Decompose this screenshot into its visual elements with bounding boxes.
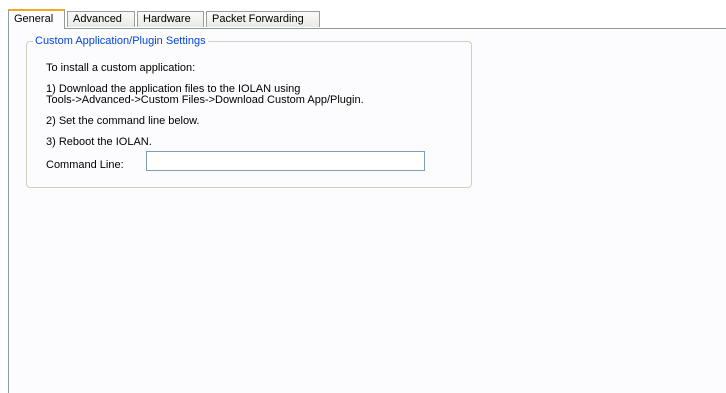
custom-application-group: Custom Application/Plugin Settings To in…: [26, 34, 472, 188]
command-line-label: Command Line:: [46, 159, 124, 171]
tab-advanced[interactable]: Advanced: [67, 11, 135, 27]
command-line-input[interactable]: [146, 151, 425, 171]
step-2-text: 2) Set the command line below.: [46, 115, 200, 127]
tab-general[interactable]: General: [8, 9, 65, 29]
tab-strip: General Advanced Hardware Packet Forward…: [0, 0, 726, 29]
tab-hardware[interactable]: Hardware: [137, 11, 204, 27]
group-title: Custom Application/Plugin Settings: [33, 34, 208, 48]
tab-panel-general: Custom Application/Plugin Settings To in…: [8, 28, 726, 393]
step-1-path-text: Tools->Advanced->Custom Files->Download …: [46, 94, 364, 106]
intro-text: To install a custom application:: [46, 62, 196, 74]
tab-packet-forwarding[interactable]: Packet Forwarding: [206, 11, 320, 27]
step-3-text: 3) Reboot the IOLAN.: [46, 136, 152, 148]
app-window: General Advanced Hardware Packet Forward…: [0, 0, 726, 393]
